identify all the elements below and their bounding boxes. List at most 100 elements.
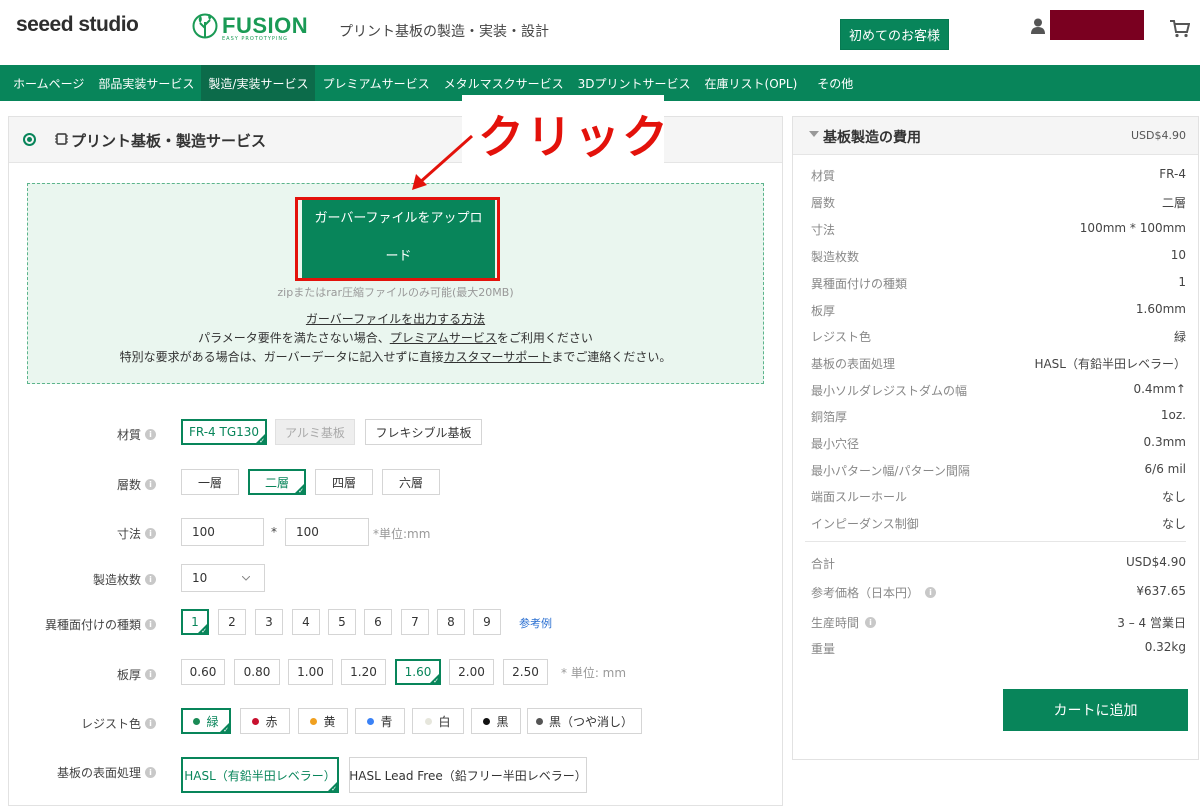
click-callout: クリック — [478, 110, 670, 164]
size-height-input[interactable]: 100 — [285, 518, 369, 546]
summary-divider — [805, 541, 1186, 542]
resist-option-yellow[interactable]: 黄 — [298, 708, 348, 734]
info-icon: i — [145, 669, 156, 680]
thickness-option-160[interactable]: 1.60 — [395, 659, 441, 685]
color-dot-icon — [310, 717, 318, 725]
summary-price: USD$4.90 — [1131, 129, 1186, 142]
color-dot-icon — [483, 717, 491, 725]
color-dot-icon — [252, 717, 260, 725]
seeed-studio-logo[interactable]: seeed studio — [16, 13, 139, 37]
layers-row: 層数 i 一層 二層 四層 六層 — [9, 469, 784, 499]
spec-row: 端面スルーホール なし — [811, 490, 1186, 504]
info-icon: i — [145, 528, 156, 539]
material-option-aluminum[interactable]: アルミ基板 — [275, 419, 355, 445]
chip-icon — [55, 133, 68, 145]
thickness-option-120[interactable]: 1.20 — [341, 659, 386, 685]
total-row: 合計 USD$4.90 — [811, 555, 1186, 571]
first-customer-button[interactable]: 初めてのお客様 — [840, 19, 949, 50]
caret-down-icon — [809, 131, 819, 137]
arrow-icon — [412, 134, 473, 190]
thickness-option-200[interactable]: 2.00 — [449, 659, 494, 685]
designs-example-link[interactable]: 参考例 — [519, 615, 552, 631]
layers-option-6[interactable]: 六層 — [382, 469, 440, 495]
color-dot-icon — [425, 717, 433, 725]
user-name-redacted[interactable] — [1050, 10, 1144, 40]
color-dot-icon — [367, 717, 375, 725]
info-icon: i — [145, 479, 156, 490]
gerber-upload-area[interactable]: ガーバーファイルをアップロード zipまたはrar圧縮ファイルのみ可能(最大20… — [27, 183, 764, 384]
gerber-howto-link[interactable]: ガーバーファイルを出力する方法 — [306, 312, 485, 326]
thickness-option-100[interactable]: 1.00 — [288, 659, 333, 685]
user-icon[interactable] — [1031, 18, 1045, 34]
designs-option-6[interactable]: 6 — [364, 609, 392, 635]
summary-header[interactable]: 基板製造の費用 USD$4.90 — [793, 117, 1198, 155]
premium-service-link[interactable]: プレミアムサービス — [390, 331, 497, 345]
chevron-down-icon — [242, 576, 250, 581]
spec-row: 異種面付けの種類 1 — [811, 275, 1186, 291]
finish-option-hasl-lead-free[interactable]: HASL Lead Free（鉛フリー半田レベラー） — [349, 757, 587, 793]
customer-support-link[interactable]: カスタマーサポート — [444, 350, 552, 364]
nav-item-manufacturing[interactable]: 製造/実装サービス — [201, 65, 316, 101]
lead-time-row: 生産時間 i 3 – 4 営業日 — [811, 616, 1186, 630]
quantity-select[interactable]: 10 — [181, 564, 265, 592]
size-label: 寸法 — [116, 527, 141, 541]
designs-option-8[interactable]: 8 — [437, 609, 465, 635]
service-radio[interactable] — [23, 133, 36, 146]
nav-item-assembly[interactable]: 部品実装サービス — [91, 65, 201, 101]
color-dot-icon — [193, 717, 201, 725]
info-icon: i — [145, 574, 156, 585]
leaf-icon — [192, 13, 218, 39]
designs-option-5[interactable]: 5 — [328, 609, 356, 635]
info-icon: i — [145, 429, 156, 440]
resist-option-green[interactable]: 緑 — [181, 708, 231, 734]
size-width-input[interactable]: 100 — [181, 518, 264, 546]
thickness-option-080[interactable]: 0.80 — [234, 659, 280, 685]
designs-option-7[interactable]: 7 — [401, 609, 429, 635]
material-label: 材質 — [116, 428, 141, 442]
spec-row: 製造枚数 10 — [811, 248, 1186, 264]
spec-row: 最小ソルダレジストダムの幅 0.4mm↑ — [811, 382, 1186, 398]
resist-option-blue[interactable]: 青 — [355, 708, 405, 734]
designs-label: 異種面付けの種類 — [44, 618, 141, 632]
spec-row: 最小穴径 0.3mm — [811, 435, 1186, 451]
material-option-fr4[interactable]: FR-4 TG130 — [181, 419, 267, 445]
cart-icon[interactable] — [1170, 20, 1190, 38]
resist-option-matte-black[interactable]: 黒（つや消し） — [527, 708, 642, 734]
spec-row: 材質 FR-4 — [811, 167, 1186, 183]
highlight-frame — [295, 197, 500, 281]
thickness-unit: * 単位: mm — [561, 666, 627, 680]
resist-option-white[interactable]: 白 — [412, 708, 464, 734]
designs-option-9[interactable]: 9 — [473, 609, 501, 635]
thickness-label: 板厚 — [116, 668, 141, 682]
nav-item-other[interactable]: その他 — [810, 65, 860, 101]
material-option-flex[interactable]: フレキシブル基板 — [365, 419, 482, 445]
resist-label: レジスト色 — [80, 717, 141, 731]
layers-option-2[interactable]: 二層 — [248, 469, 306, 495]
size-row: 寸法 i 100 * 100 *単位:mm — [9, 518, 784, 548]
finish-option-hasl[interactable]: HASL（有鉛半田レベラー） — [181, 757, 339, 793]
thickness-option-060[interactable]: 0.60 — [181, 659, 225, 685]
spec-row: レジスト色緑 — [811, 330, 1186, 344]
thickness-row: 板厚 i 0.60 0.80 1.00 1.20 1.60 2.00 2.50 *… — [9, 659, 784, 689]
designs-option-3[interactable]: 3 — [255, 609, 283, 635]
resist-option-black[interactable]: 黒 — [471, 708, 521, 734]
layers-label: 層数 — [116, 478, 141, 492]
nav-item-opl[interactable]: 在庫リスト(OPL) — [698, 65, 805, 101]
add-to-cart-button[interactable]: カートに追加 — [1003, 689, 1188, 731]
designs-option-2[interactable]: 2 — [218, 609, 246, 635]
designs-option-1[interactable]: 1 — [181, 609, 209, 635]
layers-option-4[interactable]: 四層 — [315, 469, 373, 495]
layers-option-1[interactable]: 一層 — [181, 469, 239, 495]
size-unit: *単位:mm — [373, 527, 431, 541]
info-icon: i — [925, 587, 937, 598]
finish-row: 基板の表面処理 i HASL（有鉛半田レベラー） HASL Lead Free（鉛… — [9, 757, 784, 793]
fusion-logo[interactable]: FUSION EASY PROTOTYPING — [192, 10, 308, 46]
designs-option-4[interactable]: 4 — [292, 609, 320, 635]
nav-item-home[interactable]: ホームページ — [6, 65, 91, 101]
nav-item-premium[interactable]: プレミアムサービス — [315, 65, 436, 101]
resist-option-red[interactable]: 赤 — [240, 708, 290, 734]
spec-row: 基板の表面処理 HASL（有鉛半田レベラー） — [811, 357, 1186, 371]
spec-row: 層数 二層 — [811, 196, 1186, 210]
thickness-option-250[interactable]: 2.50 — [503, 659, 548, 685]
info-icon: i — [145, 767, 156, 778]
